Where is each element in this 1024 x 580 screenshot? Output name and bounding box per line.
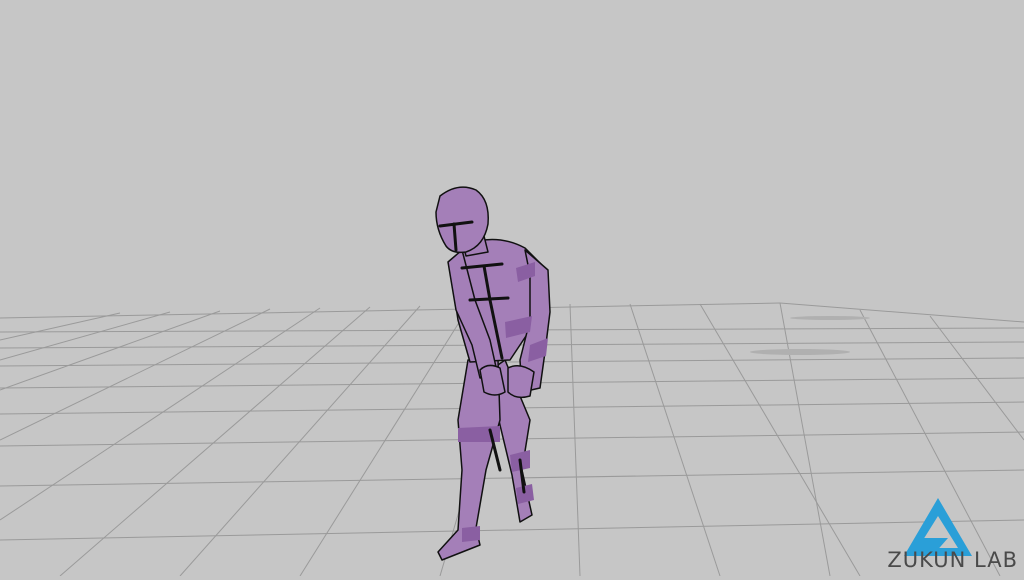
head	[435, 186, 489, 254]
3d-viewport[interactable]: ZUKUN LAB	[0, 0, 1024, 577]
brand-name: ZUKUN LAB	[887, 548, 1018, 572]
right-hand	[507, 365, 535, 399]
scene-canvas	[0, 0, 1024, 577]
